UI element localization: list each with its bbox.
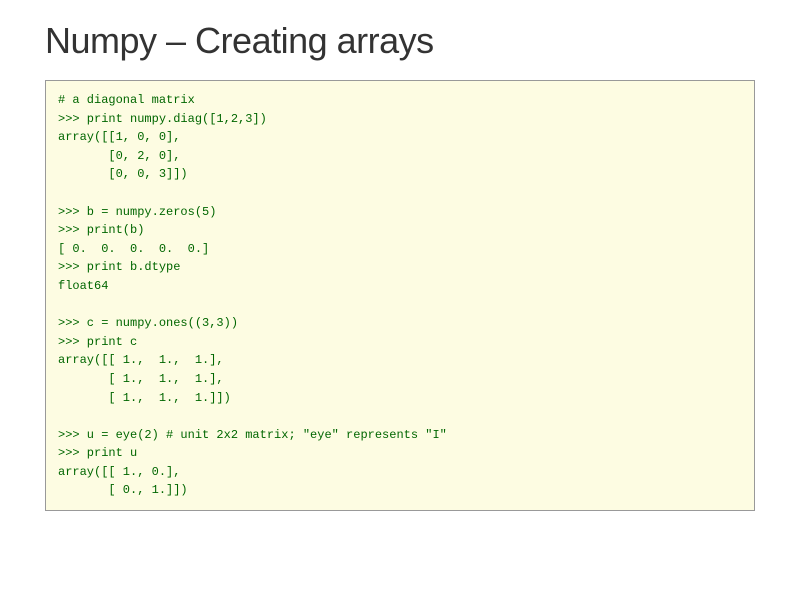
code-line: >>> print numpy.diag([1,2,3]) [58, 112, 267, 126]
code-line: >>> c = numpy.ones((3,3)) [58, 316, 238, 330]
code-line: array([[1, 0, 0], [58, 130, 180, 144]
code-block: # a diagonal matrix >>> print numpy.diag… [45, 80, 755, 511]
code-line: >>> print u [58, 446, 137, 460]
code-line: # a diagonal matrix [58, 93, 195, 107]
code-line: array([[ 1., 0.], [58, 465, 180, 479]
slide-title: Numpy – Creating arrays [45, 20, 755, 62]
code-line: >>> print(b) [58, 223, 144, 237]
code-line: [ 1., 1., 1.]]) [58, 391, 231, 405]
code-line: float64 [58, 279, 108, 293]
code-line: >>> print c [58, 335, 137, 349]
code-line: >>> u = eye(2) # unit 2x2 matrix; "eye" … [58, 428, 447, 442]
code-line: [0, 2, 0], [58, 149, 180, 163]
code-line: [ 1., 1., 1.], [58, 372, 224, 386]
code-line: [ 0., 1.]]) [58, 483, 188, 497]
code-line: >>> b = numpy.zeros(5) [58, 205, 216, 219]
code-line: array([[ 1., 1., 1.], [58, 353, 224, 367]
code-line: [ 0. 0. 0. 0. 0.] [58, 242, 209, 256]
code-line: [0, 0, 3]]) [58, 167, 188, 181]
code-line: >>> print b.dtype [58, 260, 180, 274]
